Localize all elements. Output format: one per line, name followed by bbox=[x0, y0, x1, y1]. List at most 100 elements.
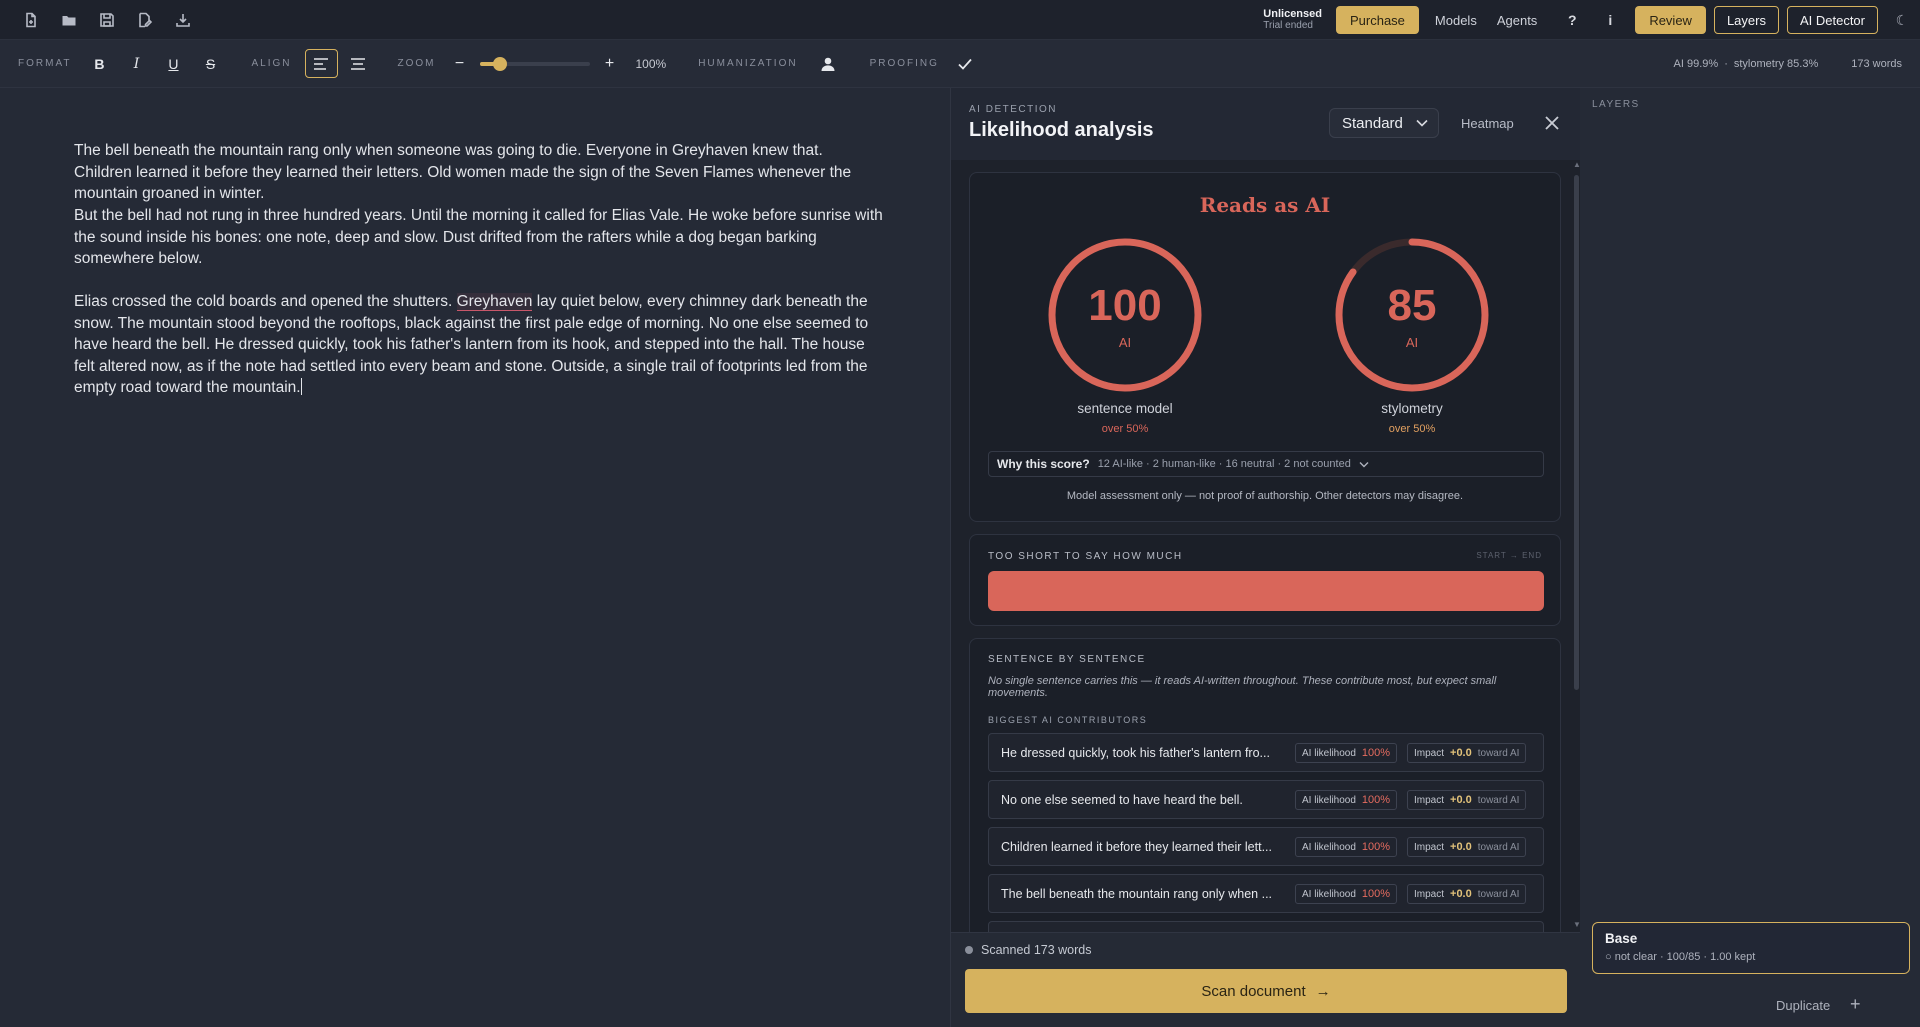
add-layer-plus-icon[interactable]: + bbox=[1850, 994, 1861, 1015]
bold-button[interactable]: B bbox=[85, 50, 113, 78]
layer-base-card[interactable]: Base ○ not clear · 100/85 · 1.00 kept bbox=[1592, 922, 1910, 974]
strikethrough-button[interactable]: S bbox=[196, 50, 224, 78]
layers-title: LAYERS bbox=[1592, 99, 1640, 110]
impact-pill: Impact +0.0 toward AI bbox=[1407, 837, 1527, 857]
impact-label: Impact bbox=[1414, 794, 1445, 806]
proofing-button[interactable] bbox=[951, 50, 979, 78]
distribution-card: TOO SHORT TO SAY HOW MUCH START → END bbox=[969, 534, 1561, 626]
likelihood-value: 100% bbox=[1361, 841, 1391, 853]
likelihood-value: 100% bbox=[1361, 888, 1391, 900]
likelihood-label: AI likelihood bbox=[1302, 794, 1356, 806]
align-left-button[interactable] bbox=[304, 49, 338, 78]
contributor-row[interactable]: Children learned it before they learned … bbox=[988, 827, 1544, 866]
proofing-label: PROOFING bbox=[869, 58, 939, 69]
document-editor[interactable]: The bell beneath the mountain rang only … bbox=[0, 88, 950, 1027]
impact-direction: toward AI bbox=[1477, 888, 1520, 900]
ai-stat: AI 99.9% bbox=[1673, 58, 1719, 70]
review-button[interactable]: Review bbox=[1635, 6, 1706, 34]
word-count: 173 words bbox=[1851, 58, 1902, 70]
impact-direction: toward AI bbox=[1477, 841, 1520, 853]
contributor-row[interactable]: He dressed quickly, took his father's la… bbox=[988, 733, 1544, 772]
zoom-in-button[interactable]: + bbox=[596, 50, 624, 78]
chevron-down-icon bbox=[1359, 461, 1369, 467]
person-icon bbox=[821, 57, 835, 71]
license-subtitle: Trial ended bbox=[1263, 20, 1313, 31]
license-title: Unlicensed bbox=[1263, 8, 1322, 20]
panel-title: Likelihood analysis bbox=[969, 119, 1154, 141]
scan-button-label: Scan document bbox=[1201, 982, 1306, 1000]
spelling-highlight[interactable]: Greyhaven bbox=[456, 293, 533, 311]
chevron-down-icon bbox=[1416, 119, 1428, 127]
contributor-row[interactable]: No one else seemed to have heard the bel… bbox=[988, 780, 1544, 819]
sentence-note: No single sentence carries this — it rea… bbox=[988, 675, 1497, 699]
save-icon[interactable] bbox=[94, 7, 120, 33]
stylometry-stat: stylometry 85.3% bbox=[1733, 58, 1819, 70]
purchase-button[interactable]: Purchase bbox=[1335, 6, 1419, 34]
models-link[interactable]: Models bbox=[1435, 13, 1477, 28]
zoom-slider-thumb[interactable] bbox=[493, 56, 508, 71]
humanization-button[interactable] bbox=[814, 50, 842, 78]
duplicate-layer-button[interactable]: Duplicate bbox=[1776, 998, 1830, 1013]
paragraph-1[interactable]: The bell beneath the mountain rang only … bbox=[74, 140, 884, 205]
save-as-icon[interactable] bbox=[132, 7, 158, 33]
info-icon[interactable]: i bbox=[1591, 12, 1629, 28]
gauge-label: sentence model bbox=[1077, 401, 1173, 416]
help-icon[interactable]: ? bbox=[1553, 12, 1591, 28]
file-actions bbox=[0, 7, 196, 33]
panel-scrollbar-thumb[interactable] bbox=[1574, 175, 1579, 690]
likelihood-pill: AI likelihood 100% bbox=[1295, 790, 1398, 810]
panel-scroll-area[interactable]: Reads as AI 100 AI sentence model over 5… bbox=[951, 160, 1581, 932]
arrow-right-icon: → bbox=[1315, 982, 1331, 1000]
paragraph-2[interactable]: But the bell had not rung in three hundr… bbox=[74, 205, 884, 270]
license-status: Unlicensed Trial ended bbox=[1263, 8, 1322, 32]
gauge-unit: AI bbox=[1405, 335, 1419, 350]
italic-button[interactable]: I bbox=[122, 50, 150, 78]
likelihood-pill: AI likelihood 100% bbox=[1295, 837, 1398, 857]
new-file-icon[interactable] bbox=[18, 7, 44, 33]
gauge-label: stylometry bbox=[1381, 401, 1443, 416]
impact-pill: Impact +0.0 toward AI bbox=[1407, 743, 1527, 763]
impact-label: Impact bbox=[1414, 747, 1445, 759]
likelihood-pill: AI likelihood 100% bbox=[1295, 884, 1398, 904]
open-folder-icon[interactable] bbox=[56, 7, 82, 33]
contributor-row[interactable]: The bell beneath the mountain rang only … bbox=[988, 874, 1544, 913]
why-label: Why this score? bbox=[997, 457, 1090, 471]
contributor-row-partial[interactable] bbox=[988, 921, 1544, 932]
layer-name: Base bbox=[1605, 931, 1638, 946]
zoom-value: 100% bbox=[635, 56, 667, 71]
likelihood-label: AI likelihood bbox=[1302, 841, 1356, 853]
sentence-text: No one else seemed to have heard the bel… bbox=[1001, 793, 1243, 807]
mode-select[interactable]: Standard bbox=[1329, 108, 1439, 138]
export-icon[interactable] bbox=[170, 7, 196, 33]
layers-button[interactable]: Layers bbox=[1713, 6, 1779, 34]
align-center-button[interactable] bbox=[344, 50, 372, 78]
impact-value: +0.0 bbox=[1450, 747, 1472, 759]
panel-footer: Scanned 173 words Scan document → bbox=[951, 932, 1581, 1027]
why-detail: 12 AI-like · 2 human-like · 16 neutral ·… bbox=[1097, 458, 1351, 470]
why-this-score-toggle[interactable]: Why this score? 12 AI-like · 2 human-lik… bbox=[988, 451, 1544, 477]
top-actions: Unlicensed Trial ended Purchase Models A… bbox=[1263, 0, 1920, 40]
distribution-bar bbox=[988, 571, 1544, 611]
scan-document-button[interactable]: Scan document → bbox=[965, 969, 1567, 1013]
zoom-slider[interactable] bbox=[479, 56, 590, 71]
gauge-threshold: over 50% bbox=[1388, 423, 1436, 435]
likelihood-value: 100% bbox=[1361, 794, 1391, 806]
ai-detector-button[interactable]: AI Detector bbox=[1786, 6, 1878, 34]
zoom-out-button[interactable]: − bbox=[446, 50, 474, 78]
agents-link[interactable]: Agents bbox=[1497, 13, 1537, 28]
scan-status-text: Scanned 173 words bbox=[981, 943, 1092, 957]
underline-button[interactable]: U bbox=[159, 50, 187, 78]
verdict-title: Reads as AI bbox=[1199, 193, 1331, 217]
theme-toggle-moon-icon[interactable]: ☾ bbox=[1884, 12, 1920, 29]
impact-direction: toward AI bbox=[1477, 747, 1520, 759]
likelihood-label: AI likelihood bbox=[1302, 747, 1356, 759]
impact-value: +0.0 bbox=[1450, 841, 1472, 853]
scan-status: Scanned 173 words bbox=[965, 943, 1092, 957]
sentence-card: SENTENCE BY SENTENCE No single sentence … bbox=[969, 638, 1561, 932]
stylometry-readout: 85 AI bbox=[1332, 235, 1492, 395]
top-bar: Unlicensed Trial ended Purchase Models A… bbox=[0, 0, 1920, 40]
status-dot-icon bbox=[965, 946, 973, 954]
heatmap-toggle[interactable]: Heatmap bbox=[1461, 116, 1514, 131]
paragraph-3[interactable]: Elias crossed the cold boards and opened… bbox=[74, 291, 884, 399]
close-icon[interactable] bbox=[1541, 112, 1563, 134]
